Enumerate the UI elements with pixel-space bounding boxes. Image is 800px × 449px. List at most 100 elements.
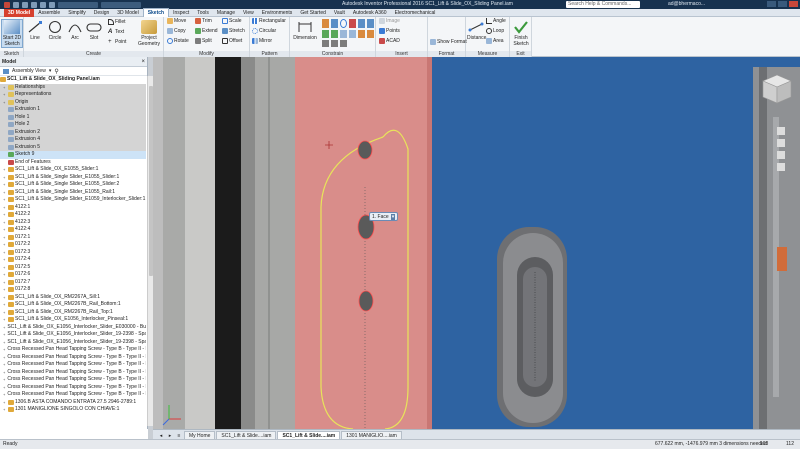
tree-item[interactable]: +4122:4	[0, 226, 146, 234]
browser-close-icon[interactable]: ×	[141, 59, 145, 65]
tree-item[interactable]: Extrusion 4	[0, 136, 146, 144]
expand-icon[interactable]: +	[3, 226, 7, 234]
ribbon-tab[interactable]: Environments	[258, 9, 297, 17]
acad-button[interactable]: ACAD	[379, 38, 400, 44]
maximize-button[interactable]	[778, 1, 787, 7]
tree-item[interactable]: +0172:7	[0, 279, 146, 287]
tree-item[interactable]: Extrusion 5	[0, 143, 146, 151]
face-selection-tag[interactable]: 1. Face ▾	[369, 212, 399, 221]
binoculars-icon[interactable]: ⚲	[54, 68, 58, 75]
expand-icon[interactable]: +	[3, 189, 7, 197]
ribbon-tab[interactable]: Electromechanical	[391, 9, 440, 17]
open-icon[interactable]	[22, 1, 28, 8]
parallel-icon[interactable]	[358, 19, 365, 29]
expand-icon[interactable]: +	[3, 256, 7, 264]
expand-icon[interactable]: +	[3, 316, 7, 324]
rectangular-pattern-button[interactable]: Rectangular	[252, 18, 286, 24]
smooth-icon[interactable]	[349, 30, 356, 38]
tree-item[interactable]: + Cross Recessed Pan Head Tapping Screw -…	[0, 376, 146, 384]
tree-item[interactable]: +0172:5	[0, 264, 146, 272]
tree-item[interactable]: Extrusion 2	[0, 128, 146, 136]
points-button[interactable]: Points	[379, 28, 400, 34]
handle-part[interactable]	[497, 227, 567, 427]
move-button[interactable]: Move	[167, 18, 186, 24]
tree-item[interactable]: + SC1_Lift & Slide_Single Slider_E1055_Ra…	[0, 189, 146, 197]
expand-icon[interactable]: +	[3, 294, 7, 302]
expand-icon[interactable]: +	[3, 181, 7, 189]
tree-item[interactable]: +4122:3	[0, 219, 146, 227]
tree-item[interactable]: + SC1_Lift & Slide_Single Slider_E1055_Sl…	[0, 174, 146, 182]
expand-icon[interactable]: +	[3, 406, 7, 414]
appearance-dropdown[interactable]	[101, 1, 141, 8]
tree-item[interactable]: Hole 1	[0, 113, 146, 121]
tree-item[interactable]: + SC1_Lift & Slide_OX_E1056_Interlocker_S…	[0, 339, 146, 347]
ribbon-tab[interactable]: Tools	[193, 9, 213, 17]
chevron-down-icon[interactable]: ▾	[49, 68, 52, 74]
tree-item[interactable]: Extrusion 1	[0, 106, 146, 114]
close-button[interactable]	[789, 1, 798, 7]
ribbon-tab[interactable]: Manage	[213, 9, 239, 17]
tree-item[interactable]: + Cross Recessed Pan Head Tapping Screw -…	[0, 369, 146, 377]
rotate-button[interactable]: Rotate	[167, 38, 189, 44]
distance-button[interactable]: Distance	[467, 20, 486, 41]
show-constraints-icon[interactable]	[322, 39, 329, 47]
expand-icon[interactable]: +	[3, 399, 7, 407]
point-button[interactable]: + Point	[108, 39, 126, 45]
tree-item[interactable]: + SC1_Lift & Slide_OX_E1056_Interlocker_S…	[0, 324, 146, 332]
assembly-view-dropdown[interactable]: Assembly View	[12, 68, 46, 74]
tree-item[interactable]: + Cross Recessed Pan Head Tapping Screw -…	[0, 391, 146, 399]
expand-icon[interactable]: +	[3, 271, 7, 279]
vertical-icon[interactable]	[331, 30, 338, 38]
tree-item[interactable]: +0172:4	[0, 256, 146, 264]
ribbon-tab[interactable]: Vault	[330, 9, 349, 17]
nav-orbit-icon[interactable]	[777, 151, 785, 159]
tree-item[interactable]: End of Features	[0, 159, 146, 167]
tree-item[interactable]: +1306.B ASTA COMANDO ENTRATA 27.5 2946-2…	[0, 399, 146, 407]
ribbon-tab[interactable]: 3D Model	[4, 8, 35, 17]
expand-icon[interactable]: +	[3, 99, 7, 107]
user-account[interactable]: ad@bhermaco...	[668, 1, 705, 7]
expand-icon[interactable]: +	[3, 361, 5, 369]
tree-item[interactable]: +0172:2	[0, 241, 146, 249]
loop-button[interactable]: Loop	[486, 28, 504, 34]
expand-icon[interactable]: +	[3, 249, 7, 257]
equal-icon[interactable]	[367, 30, 374, 38]
redo-icon[interactable]	[49, 1, 55, 8]
scale-button[interactable]: Scale	[222, 18, 242, 24]
tree-item[interactable]: + Cross Recessed Pan Head Tapping Screw -…	[0, 384, 146, 392]
expand-icon[interactable]: +	[3, 241, 7, 249]
expand-icon[interactable]: +	[3, 166, 7, 174]
split-button[interactable]: Split	[195, 38, 212, 44]
show-format-button[interactable]: Show Format	[430, 39, 467, 45]
search-help-input[interactable]: Search Help & Commands...	[566, 1, 640, 8]
arc-button[interactable]: Arc	[67, 20, 83, 41]
expand-icon[interactable]: +	[3, 346, 5, 354]
tree-item[interactable]: +0172:1	[0, 234, 146, 242]
tree-item[interactable]: + SC1_Lift & Slide_Single Slider_E1055_Sl…	[0, 181, 146, 189]
expand-icon[interactable]: +	[3, 286, 7, 294]
expand-icon[interactable]: +	[3, 234, 7, 242]
symmetric-icon[interactable]	[358, 30, 365, 38]
constraint-settings-icon[interactable]	[340, 39, 347, 47]
tree-item[interactable]: +0172:6	[0, 271, 146, 279]
ribbon-tab[interactable]: Inspect	[169, 9, 193, 17]
expand-icon[interactable]: +	[3, 204, 7, 212]
tree-item[interactable]: + SC1_Lift & Slide_Single Slider_E1059_In…	[0, 196, 146, 204]
ribbon-tab[interactable]: Design	[90, 9, 114, 17]
finish-sketch-button[interactable]: Finish Sketch	[511, 20, 531, 47]
ribbon-tab[interactable]: Autodesk A360	[349, 9, 391, 17]
tangent-icon[interactable]	[340, 30, 347, 38]
ribbon-tab[interactable]: Assemble	[34, 9, 64, 17]
fix-icon[interactable]	[349, 19, 356, 29]
tree-item[interactable]: + SC1_Lift & Slide_OX_E1055_Slider:1	[0, 166, 146, 174]
ribbon-tab[interactable]: Simplify	[64, 9, 90, 17]
start-2d-sketch-button[interactable]: Start 2D Sketch	[1, 19, 23, 48]
image-button[interactable]: Image	[379, 18, 400, 24]
slot-button[interactable]: Slot	[85, 20, 103, 41]
chevron-down-icon[interactable]: ▾	[390, 213, 396, 220]
material-dropdown[interactable]	[58, 1, 98, 8]
auto-dimension-icon[interactable]	[331, 39, 338, 47]
tree-item[interactable]: + SC1_Lift & Slide_OX_RM2267B_Rail_Bottom…	[0, 301, 146, 309]
project-geometry-button[interactable]: Project Geometry	[136, 20, 162, 47]
app-menu-icon[interactable]	[4, 1, 10, 8]
